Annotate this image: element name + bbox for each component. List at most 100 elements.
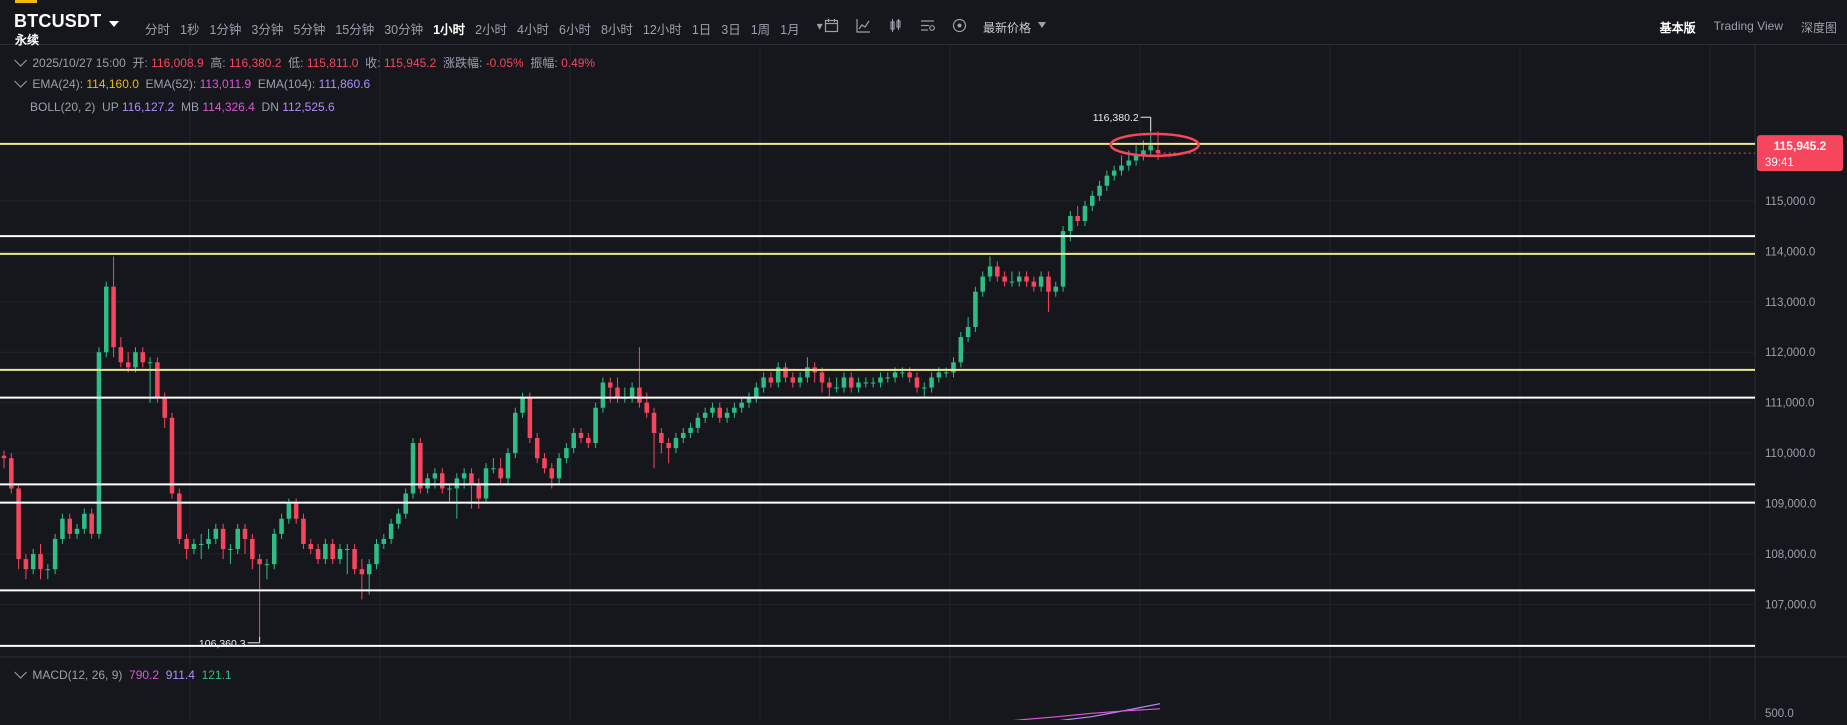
candle-body <box>1016 276 1022 282</box>
interval-option[interactable]: 6小时 <box>554 16 596 41</box>
candle-body <box>191 543 197 549</box>
price-tick-label: 110,000.0 <box>1765 448 1815 460</box>
candle-body <box>797 377 803 383</box>
indicator-icon[interactable] <box>854 16 872 34</box>
ema24-label: EMA(24): <box>32 77 84 91</box>
candle-body <box>995 266 1000 277</box>
candle-body <box>644 402 649 413</box>
price-type-selector[interactable]: 最新价格 <box>983 19 1031 36</box>
interval-option[interactable]: 8小时 <box>596 16 638 41</box>
chart-area[interactable]: 115,000.0 114,000.0 113,000.0 112,000.0 111,… <box>0 45 1847 725</box>
chevron-down-icon[interactable] <box>1038 22 1046 28</box>
macd-hist-value: 121.1 <box>201 668 232 682</box>
interval-option[interactable]: 3日 <box>716 16 745 41</box>
bar-countdown: 39:41 <box>1765 157 1794 169</box>
candle-body <box>980 276 985 292</box>
candle-body <box>74 528 80 534</box>
interval-option[interactable]: 15分钟 <box>330 16 379 41</box>
candle-body <box>922 387 927 389</box>
candle-style-icon[interactable] <box>886 16 904 34</box>
low-label: 低: <box>288 56 304 70</box>
candle-body <box>1082 205 1088 222</box>
candle-body <box>396 513 401 524</box>
calendar-icon[interactable] <box>822 16 840 34</box>
candle-body <box>198 543 204 545</box>
interval-option[interactable]: 1周 <box>746 16 775 41</box>
boll-dn-label: DN <box>261 100 279 114</box>
candle-body <box>600 382 606 408</box>
candle-body <box>89 513 94 534</box>
chevron-down-icon[interactable] <box>14 75 27 88</box>
candle-body <box>958 337 964 363</box>
chevron-down-icon[interactable] <box>109 21 119 27</box>
candle-body <box>695 417 701 428</box>
interval-option[interactable]: 2小时 <box>470 16 512 41</box>
candle-body <box>82 513 87 529</box>
interval-option[interactable]: 12小时 <box>638 16 687 41</box>
candle-body <box>892 372 898 378</box>
candle-body <box>965 327 971 338</box>
candle-body <box>856 382 861 388</box>
interval-option[interactable]: 1秒 <box>175 16 204 41</box>
high-label: 高: <box>210 56 226 70</box>
candle-body <box>1038 276 1044 287</box>
candle-body <box>1075 216 1080 222</box>
candle-body <box>578 432 584 438</box>
interval-option[interactable]: 4小时 <box>512 16 554 41</box>
candle-body <box>987 266 993 277</box>
candle-body <box>1046 276 1051 292</box>
chevron-down-icon[interactable] <box>14 666 27 679</box>
interval-option[interactable]: 1月 <box>775 16 804 41</box>
price-tick-label: 113,000.0 <box>1765 297 1815 309</box>
candle-body <box>790 377 796 383</box>
candle-body <box>841 377 847 388</box>
candle-body <box>914 377 920 388</box>
candle-body <box>52 538 58 570</box>
view-option[interactable]: 基本版 <box>1660 19 1696 36</box>
interval-option[interactable]: 分时 <box>140 16 175 41</box>
candle-body <box>271 533 277 565</box>
candle-body <box>973 291 978 327</box>
symbol-selector[interactable]: BTCUSDT <box>14 11 101 32</box>
interval-option[interactable]: 5分钟 <box>288 16 330 41</box>
candle-body <box>60 518 65 539</box>
candle-body <box>1090 195 1095 206</box>
interval-option[interactable]: 1小时 <box>428 16 470 41</box>
candle-body <box>1097 185 1102 196</box>
view-option[interactable]: Trading View <box>1714 19 1783 36</box>
bar-datetime: 2025/10/27 15:00 <box>32 56 126 70</box>
candle-body <box>345 549 350 550</box>
candle-body <box>702 412 708 418</box>
candle-body <box>732 407 737 413</box>
candle-body <box>1009 281 1015 283</box>
candle-body <box>235 528 240 549</box>
candle-body <box>1119 165 1124 171</box>
candle-body <box>593 407 598 444</box>
candle-body <box>454 478 460 489</box>
interval-option[interactable]: 3分钟 <box>246 16 288 41</box>
candle-body <box>125 362 131 368</box>
low-price-annotation: 106,360.3 <box>199 638 246 650</box>
view-option[interactable]: 深度图 <box>1801 19 1837 36</box>
view-switcher: 基本版 Trading View 深度图 <box>1660 19 1837 36</box>
candle-body <box>520 397 525 413</box>
candle-body <box>827 382 832 388</box>
interval-option[interactable]: 30分钟 <box>379 16 428 41</box>
macd-dea-line <box>1006 703 1161 725</box>
candle-body <box>140 352 146 363</box>
candle-body <box>162 397 167 418</box>
candle-body <box>834 387 839 389</box>
settings-list-icon[interactable] <box>918 16 936 34</box>
interval-option[interactable]: 1日 <box>687 16 716 41</box>
price-tick-label: 112,000.0 <box>1765 347 1815 359</box>
candlestick-chart[interactable]: 115,000.0 114,000.0 113,000.0 112,000.0 111,… <box>0 45 1847 725</box>
candle-body <box>739 402 744 408</box>
candle-body <box>1 455 7 459</box>
candle-body <box>907 372 912 378</box>
interval-option[interactable]: 1分钟 <box>204 16 246 41</box>
candle-body <box>1031 281 1037 287</box>
target-icon[interactable] <box>950 16 968 34</box>
candle-body <box>637 387 642 403</box>
chevron-down-icon[interactable] <box>14 54 27 67</box>
candle-body <box>491 468 496 470</box>
